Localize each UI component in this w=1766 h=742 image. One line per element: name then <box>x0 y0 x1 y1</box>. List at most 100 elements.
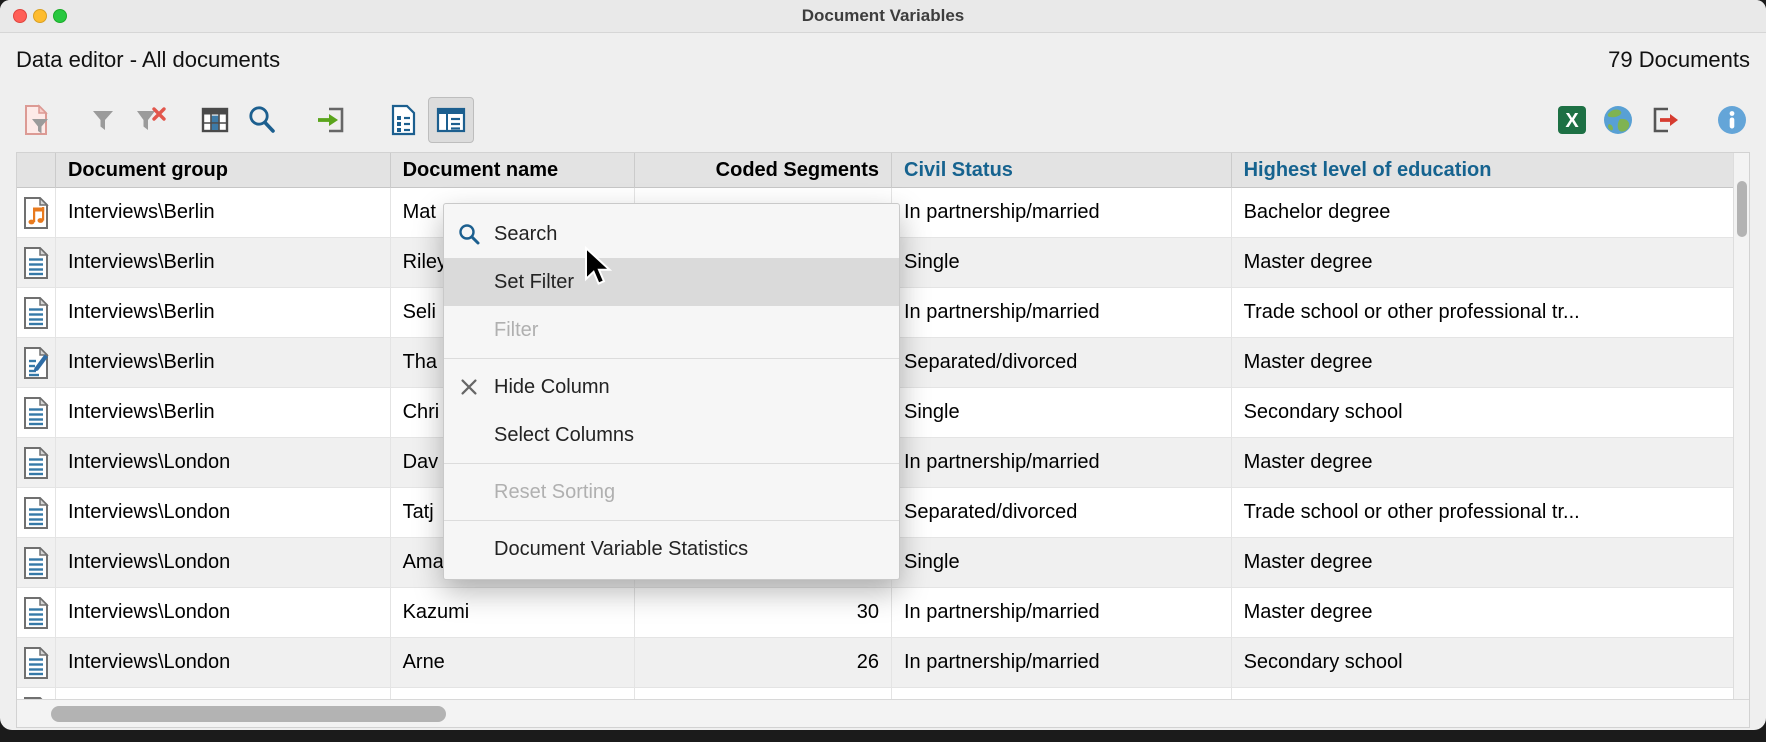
cell-highest-education[interactable]: Master degree <box>1232 238 1733 287</box>
menu-item-label: Set Filter <box>494 270 575 293</box>
menu-item-hide-column[interactable]: Hide Column <box>444 363 899 411</box>
table-row[interactable]: Interviews\London Arne 26 In partnership… <box>17 638 1733 688</box>
cell-highest-education[interactable]: Secondary school <box>1232 638 1733 687</box>
cell-coded-segments[interactable]: 26 <box>635 638 892 687</box>
horizontal-scrollbar[interactable] <box>17 699 1749 727</box>
toolbar: X <box>0 95 1766 147</box>
menu-item-filter: Filter <box>444 306 899 354</box>
data-editor-panel-icon <box>434 103 468 137</box>
menu-item-select-columns[interactable]: Select Columns <box>444 411 899 459</box>
doc-type-icon <box>17 438 56 487</box>
menu-separator <box>444 463 899 464</box>
column-header-civil-status[interactable]: Civil Status <box>892 153 1232 188</box>
column-header-highest-education[interactable]: Highest level of education <box>1232 153 1733 188</box>
doc-type-icon <box>17 238 56 287</box>
menu-item-search[interactable]: Search <box>444 210 899 258</box>
cell-civil-status[interactable]: In partnership/married <box>892 588 1232 637</box>
cell-highest-education[interactable]: Master degree <box>1232 588 1733 637</box>
cell-civil-status[interactable]: Single <box>892 388 1232 437</box>
doc-type-icon <box>17 338 56 387</box>
remove-filter-icon <box>133 103 167 137</box>
cell-document-group[interactable]: Interviews\London <box>56 638 391 687</box>
search-icon <box>244 103 278 137</box>
toolbar-button-excel-export[interactable]: X <box>1549 97 1595 143</box>
toolbar-button-filter-document[interactable] <box>14 97 60 143</box>
table-row[interactable]: Interviews\London Kazumi 30 In partnersh… <box>17 588 1733 638</box>
cell-civil-status[interactable]: In partnership/married <box>892 288 1232 337</box>
toolbar-button-search[interactable] <box>238 97 284 143</box>
cell-document-group[interactable]: Interviews\Berlin <box>56 188 391 237</box>
cell-civil-status[interactable]: Separated/divorced <box>892 338 1232 387</box>
menu-item-label: Search <box>494 222 558 245</box>
globe-icon <box>1600 102 1636 138</box>
search-icon <box>444 222 494 246</box>
menu-item-label: Reset Sorting <box>494 480 616 503</box>
subheader: Data editor - All documents 79 Documents <box>0 33 1766 91</box>
close-icon <box>444 376 494 398</box>
cell-document-group[interactable]: Interviews\Berlin <box>56 388 391 437</box>
column-header-doc-icon[interactable] <box>17 153 56 188</box>
cell-document-group[interactable]: Interviews\Berlin <box>56 238 391 287</box>
cell-document-group[interactable]: Interviews\London <box>56 538 391 587</box>
cell-civil-status[interactable]: In partnership/married <box>892 188 1232 237</box>
cell-highest-education[interactable]: Master degree <box>1232 538 1733 587</box>
cell-document-group[interactable]: Interviews\London <box>56 588 391 637</box>
cell-document-group[interactable]: Interviews\Berlin <box>56 288 391 337</box>
cell-document-group[interactable]: Interviews\Berlin <box>56 338 391 387</box>
menu-item-document-variable-statistics[interactable]: Document Variable Statistics <box>444 525 899 573</box>
filter-document-icon <box>20 103 54 137</box>
menu-item-set-filter[interactable]: Set Filter <box>444 258 899 306</box>
menu-item-reset-sorting: Reset Sorting <box>444 468 899 516</box>
set-filter-icon <box>86 103 120 137</box>
column-header-document-name[interactable]: Document name <box>391 153 636 188</box>
toolbar-button-variable-list-document[interactable] <box>382 97 428 143</box>
vertical-scrollbar[interactable] <box>1733 153 1749 701</box>
cell-document-group[interactable]: Interviews\London <box>56 438 391 487</box>
toolbar-button-column-grid[interactable] <box>192 97 238 143</box>
cell-coded-segments[interactable]: 30 <box>635 588 892 637</box>
cell-document-name[interactable]: Arne <box>391 638 636 687</box>
cell-civil-status[interactable]: Single <box>892 538 1232 587</box>
column-grid-icon <box>198 103 232 137</box>
excel-icon: X <box>1554 102 1590 138</box>
menu-item-label: Hide Column <box>494 375 610 398</box>
cell-document-group[interactable]: Interviews\London <box>56 488 391 537</box>
toolbar-button-info[interactable] <box>1709 97 1755 143</box>
menu-item-label: Filter <box>494 318 539 341</box>
cell-highest-education[interactable]: Bachelor degree <box>1232 188 1733 237</box>
cell-document-name[interactable]: Kazumi <box>391 588 636 637</box>
svg-text:X: X <box>1565 110 1579 132</box>
toolbar-button-insert-data[interactable] <box>308 97 354 143</box>
cell-highest-education[interactable]: Master degree <box>1232 438 1733 487</box>
cell-civil-status[interactable]: In partnership/married <box>892 638 1232 687</box>
insert-data-icon <box>314 103 348 137</box>
table-header-row: Document group Document name Coded Segme… <box>17 153 1733 188</box>
vertical-scrollbar-thumb[interactable] <box>1737 181 1747 237</box>
column-header-document-group[interactable]: Document group <box>56 153 391 188</box>
doc-type-icon <box>17 538 56 587</box>
horizontal-scrollbar-thumb[interactable] <box>51 706 446 722</box>
export-arrow-icon <box>1647 103 1681 137</box>
toolbar-button-web-export[interactable] <box>1595 97 1641 143</box>
cell-civil-status[interactable]: Single <box>892 238 1232 287</box>
column-header-coded-segments[interactable]: Coded Segments <box>635 153 893 188</box>
toolbar-button-remove-all-filters[interactable] <box>127 97 173 143</box>
toolbar-button-export[interactable] <box>1641 97 1687 143</box>
cell-highest-education[interactable]: Trade school or other professional tr... <box>1232 288 1733 337</box>
cell-highest-education[interactable]: Master degree <box>1232 338 1733 387</box>
context-menu: Search Set Filter Filter Hide Column Select … <box>443 203 900 580</box>
cell-civil-status[interactable]: In partnership/married <box>892 438 1232 487</box>
menu-item-label: Document Variable Statistics <box>494 537 749 560</box>
cell-highest-education[interactable]: Trade school or other professional tr... <box>1232 488 1733 537</box>
doc-type-icon <box>17 188 56 237</box>
cell-highest-education[interactable]: Secondary school <box>1232 388 1733 437</box>
doc-type-icon <box>17 588 56 637</box>
variable-list-document-icon <box>388 103 422 137</box>
menu-item-label: Select Columns <box>494 423 635 446</box>
toolbar-button-data-editor-panel[interactable] <box>428 97 474 143</box>
cell-civil-status[interactable]: Separated/divorced <box>892 488 1232 537</box>
doc-type-icon <box>17 638 56 687</box>
titlebar: Document Variables <box>0 0 1766 33</box>
menu-separator <box>444 520 899 521</box>
toolbar-button-set-filter[interactable] <box>80 97 126 143</box>
